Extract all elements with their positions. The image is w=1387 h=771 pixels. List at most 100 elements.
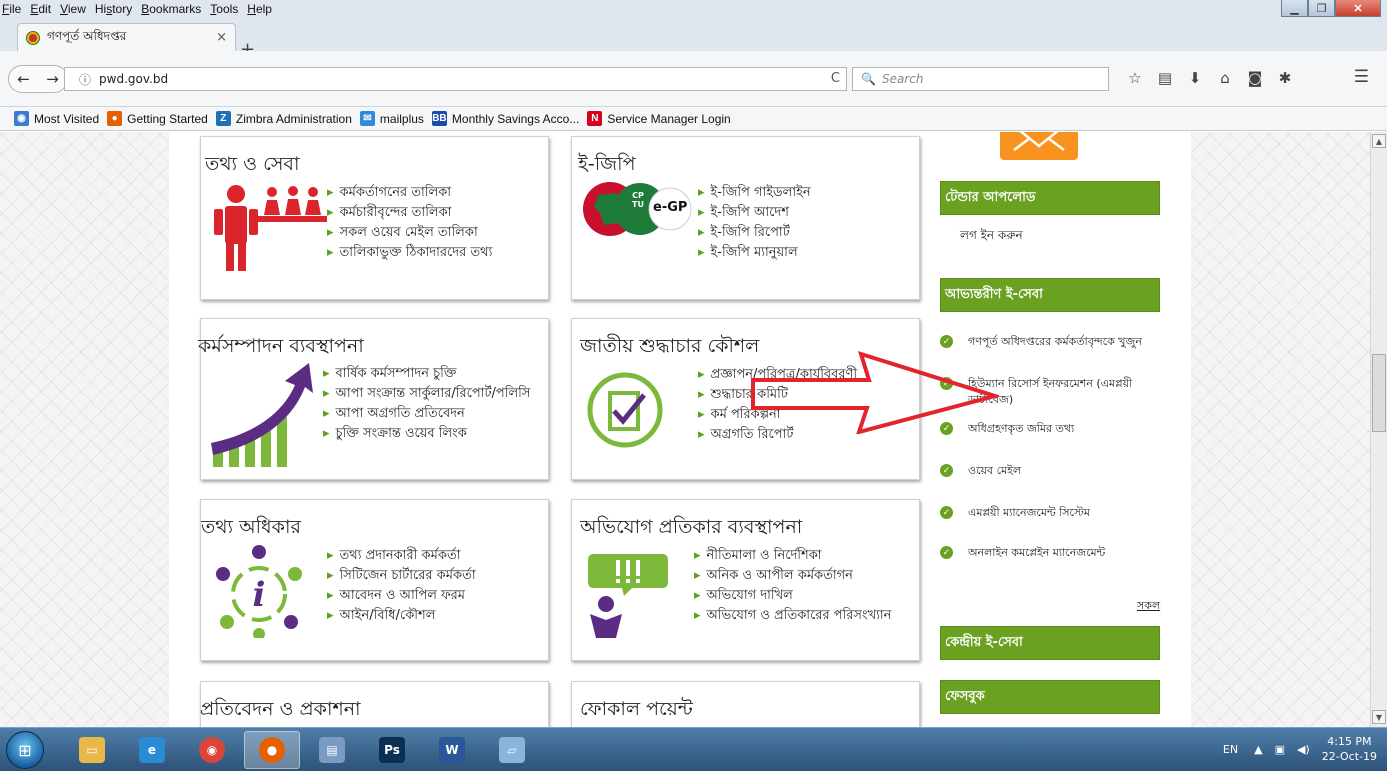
card-title[interactable]: জাতীয় শুদ্ধাচার কৌশল [580, 332, 759, 364]
url-text[interactable]: pwd.gov.bd [99, 72, 168, 86]
bookmark-item[interactable]: ● Getting Started [107, 111, 208, 126]
menu-view[interactable]: View [60, 2, 86, 16]
login-link[interactable]: লগ ইন করুন [960, 227, 1023, 247]
search-input[interactable]: 🔍 Search [852, 67, 1109, 91]
svg-text:i: i [253, 575, 266, 615]
mail-tile-icon[interactable] [1000, 132, 1078, 160]
reading-list-icon[interactable]: ▤ [1150, 69, 1180, 87]
card-title[interactable]: অভিযোগ প্রতিকার ব্যবস্থাপনা [580, 513, 802, 545]
home-icon[interactable]: ⌂ [1210, 69, 1240, 87]
bookmark-label: Zimbra Administration [235, 111, 352, 126]
card-title[interactable]: তথ্য অধিকার [201, 513, 301, 545]
card-title[interactable]: কর্মসম্পাদন ব্যবস্থাপনা [198, 332, 364, 364]
eservice-label[interactable]: এমপ্লয়ী ম্যানেজমেন্ট সিস্টেম [968, 505, 1090, 521]
pocket-icon[interactable]: ◙ [1240, 69, 1270, 87]
page-scrollbar[interactable]: ▲ ▼ [1370, 132, 1387, 727]
list-item[interactable]: সকল ওয়েব মেইল তালিকা [327, 223, 492, 243]
bookmark-item[interactable]: BB Monthly Savings Acco... [431, 111, 579, 126]
eservice-label[interactable]: ওয়েব মেইল [968, 463, 1021, 479]
start-button[interactable]: ⊞ [6, 731, 44, 769]
list-item[interactable]: ই-জিপি গাইডলাইন [698, 183, 811, 203]
card-title[interactable]: প্রতিবেদন ও প্রকাশনা [200, 695, 361, 727]
list-item[interactable]: অভিযোগ দাখিল [694, 586, 891, 606]
menu-bookmarks[interactable]: Bookmarks [141, 2, 201, 16]
taskbar-app-ie[interactable]: e [124, 731, 180, 769]
taskbar-app-notepad[interactable]: ▤ [304, 731, 360, 769]
eservice-item[interactable]: ✓ গণপূর্ত অধিদপ্তরের কর্মকর্তাবৃন্দকে খু… [940, 334, 1165, 350]
internal-eservice-header[interactable]: আভ্যন্তরীণ ই-সেবা [940, 278, 1160, 312]
taskbar-app-photoshop[interactable]: Ps [364, 731, 420, 769]
forward-button[interactable]: → [38, 70, 67, 88]
scroll-thumb[interactable] [1372, 354, 1386, 432]
list-item[interactable]: ই-জিপি আদেশ [698, 203, 811, 223]
back-button[interactable]: ← [9, 70, 38, 88]
scroll-down-icon[interactable]: ▼ [1372, 710, 1386, 724]
scroll-up-icon[interactable]: ▲ [1372, 134, 1386, 148]
eservice-label[interactable]: গণপূর্ত অধিদপ্তরের কর্মকর্তাবৃন্দকে খুজু… [968, 334, 1142, 350]
complaint-person-icon [588, 554, 668, 638]
extension-icon[interactable]: ✱ [1270, 69, 1300, 87]
taskbar-app-explorer[interactable]: ▭ [64, 731, 120, 769]
facebook-header[interactable]: ফেসবুক [940, 680, 1160, 714]
maximize-button[interactable]: ❐ [1308, 0, 1335, 17]
menu-tools[interactable]: Tools [210, 2, 238, 16]
menu-file[interactable]: File [2, 2, 21, 16]
list-item[interactable]: ই-জিপি রিপোর্ট [698, 223, 811, 243]
list-item[interactable]: আইন/বিধি/কৌশল [327, 606, 476, 626]
card-title[interactable]: ই-জিপি [578, 150, 636, 182]
eservice-label[interactable]: অনলাইন কমপ্লেইন ম্যানেজমেন্ট [968, 545, 1105, 561]
list-item[interactable]: কর্মচারীবৃন্দের তালিকা [327, 203, 492, 223]
eservice-item[interactable]: ✓ এমপ্লয়ী ম্যানেজমেন্ট সিস্টেম [940, 505, 1165, 521]
tender-upload-header[interactable]: টেন্ডার আপলোড [940, 181, 1160, 215]
list-item[interactable]: তালিকাভুক্ত ঠিকাদারদের তথ্য [327, 243, 493, 263]
reload-icon[interactable]: C [831, 71, 840, 86]
bookmark-item[interactable]: ◉ Most Visited [14, 111, 99, 126]
taskbar-app-window[interactable]: ▱ [484, 731, 540, 769]
list-item[interactable]: বার্ষিক কর্মসম্পাদন চুক্তি [323, 364, 530, 384]
downloads-icon[interactable]: ⬇ [1180, 69, 1210, 87]
list-item[interactable]: চুক্তি সংক্রান্ত ওয়েব লিংক [323, 424, 530, 444]
close-window-button[interactable]: ✕ [1335, 0, 1381, 17]
card-title[interactable]: ফোকাল পয়েন্ট [580, 695, 693, 727]
bookmark-star-icon[interactable]: ☆ [1120, 69, 1150, 87]
list-item[interactable]: অনিক ও আপীল কর্মকর্তাগন [694, 566, 891, 586]
network-icon[interactable]: ▣ [1275, 743, 1285, 756]
list-item[interactable]: আপা অগ্রগতি প্রতিবেদন [323, 404, 530, 424]
taskbar-app-word[interactable]: W [424, 731, 480, 769]
bookmark-item[interactable]: Z Zimbra Administration [215, 111, 352, 126]
clock-date: 22-Oct-19 [1321, 750, 1377, 763]
menu-edit[interactable]: Edit [30, 2, 51, 16]
list-item[interactable]: নীতিমালা ও নির্দেশিকা [694, 546, 891, 566]
card-title[interactable]: তথ্য ও সেবা [205, 150, 299, 182]
photoshop-icon: Ps [379, 737, 405, 763]
show-hidden-icons-icon[interactable]: ▲ [1254, 743, 1262, 756]
language-indicator[interactable]: EN [1223, 743, 1238, 756]
menu-help[interactable]: Help [247, 2, 272, 16]
taskbar-app-firefox[interactable]: ● [244, 731, 300, 769]
tab-pwd[interactable]: গণপূর্ত অধিদপ্তর × [17, 23, 236, 51]
bookmark-item[interactable]: N Service Manager Login [587, 111, 731, 126]
list-item[interactable]: কর্মকর্তাগনের তালিকা [327, 183, 492, 203]
menu-hamburger-icon[interactable]: ☰ [1354, 67, 1369, 87]
list-item[interactable]: আপা সংক্রান্ত সার্কুলার/রিপোর্ট/পলিসি [323, 384, 531, 404]
list-item[interactable]: ই-জিপি ম্যানুয়াল [698, 243, 811, 263]
all-eservices-link[interactable]: সকল [1137, 597, 1160, 616]
volume-icon[interactable]: ◀) [1297, 743, 1310, 756]
site-info-icon[interactable]: ⓘ [79, 71, 91, 88]
staff-meeting-icon [214, 185, 327, 271]
menu-history[interactable]: History [95, 2, 132, 16]
bookmark-item[interactable]: ✉ mailplus [359, 111, 424, 126]
information-people-icon: i [216, 545, 302, 638]
list-item[interactable]: অভিযোগ ও প্রতিকারের পরিসংখ্যান [694, 606, 892, 626]
eservice-item[interactable]: ✓ অনলাইন কমপ্লেইন ম্যানেজমেন্ট [940, 545, 1165, 561]
taskbar-app-chrome[interactable]: ◉ [184, 731, 240, 769]
close-tab-icon[interactable]: × [216, 30, 227, 45]
list-item[interactable]: সিটিজেন চার্টারের কর্মকর্তা [327, 566, 476, 586]
clock[interactable]: 4:15 PM 22-Oct-19 [1322, 734, 1377, 764]
list-item[interactable]: তথ্য প্রদানকারী কর্মকর্তা [327, 546, 476, 566]
list-item[interactable]: আবেদন ও আপিল ফরম [327, 586, 476, 606]
minimize-button[interactable]: ▁ [1281, 0, 1308, 17]
eservice-item[interactable]: ✓ ওয়েব মেইল [940, 463, 1165, 479]
url-bar[interactable]: ⓘ pwd.gov.bd C [64, 67, 847, 91]
central-eservice-header[interactable]: কেন্দ্রীয় ই-সেবা [940, 626, 1160, 660]
